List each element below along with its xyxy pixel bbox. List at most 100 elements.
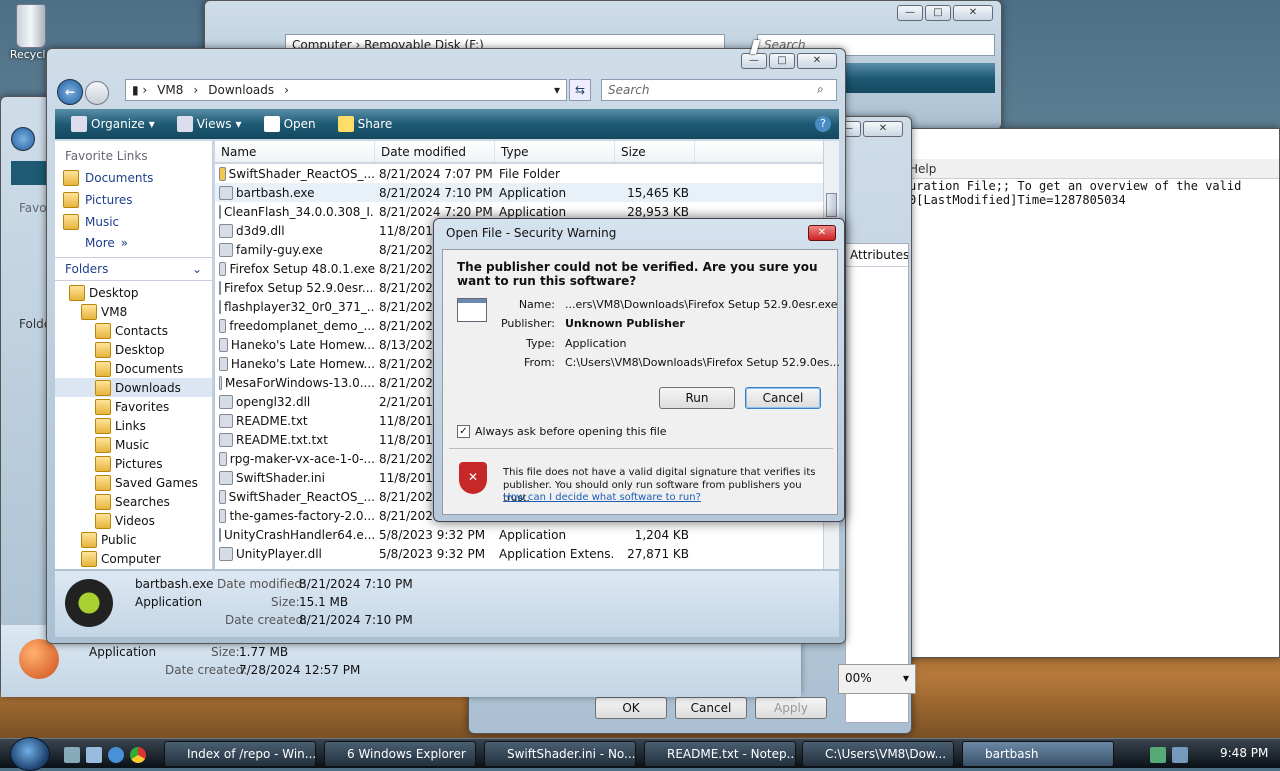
tree-item-label: Videos — [115, 513, 155, 528]
cancel-button[interactable]: Cancel — [745, 387, 821, 409]
tree-item[interactable]: Desktop — [55, 340, 212, 359]
fav-link-documents[interactable]: Documents — [55, 167, 212, 189]
search-input[interactable]: Search — [601, 79, 837, 101]
scrollbar-thumb[interactable] — [826, 193, 837, 217]
tree-item[interactable]: Searches — [55, 492, 212, 511]
tree-item[interactable]: VM8 — [55, 302, 212, 321]
close-button[interactable]: ✕ — [953, 5, 993, 21]
ie-icon[interactable] — [108, 747, 124, 763]
column-size[interactable]: Size — [615, 141, 695, 162]
tree-item[interactable]: Computer — [55, 549, 212, 568]
folder-icon — [95, 493, 111, 510]
back-button[interactable] — [11, 127, 35, 151]
network-icon[interactable] — [1150, 747, 1166, 763]
help-icon[interactable]: ? — [815, 116, 831, 132]
name-value: ...ers\VM8\Downloads\Firefox Setup 52.9.… — [565, 298, 838, 311]
explorer-icon[interactable] — [86, 747, 102, 763]
taskbar-item[interactable]: Index of /repo - Win... — [164, 741, 316, 767]
breadcrumb-vm8[interactable]: VM8 — [157, 80, 183, 100]
share-button[interactable]: Share — [330, 116, 401, 132]
zoom-select[interactable]: 00% ▾ — [838, 664, 916, 694]
taskbar-item[interactable]: SwiftShader.ini - No... — [484, 741, 636, 767]
tree-item-label: Links — [115, 418, 146, 433]
tree-item[interactable]: Contacts — [55, 321, 212, 340]
column-name[interactable]: Name — [215, 141, 375, 162]
folder-icon — [95, 379, 111, 396]
volume-icon[interactable] — [1172, 747, 1188, 763]
file-row[interactable]: bartbash.exe 8/21/2024 7:10 PM Application… — [215, 183, 823, 202]
quick-launch-icons[interactable] — [64, 747, 146, 763]
from-value: C:\Users\VM8\Downloads\Firefox Setup 52.… — [565, 356, 840, 369]
maximize-button[interactable]: □ — [925, 5, 951, 21]
file-name: bartbash.exe — [236, 185, 315, 200]
tree-item[interactable]: Documents — [55, 359, 212, 378]
file-row[interactable]: SwiftShader_ReactOS_... 8/21/2024 7:07 PM… — [215, 164, 823, 183]
file-name: README.txt.txt — [236, 432, 328, 447]
text-line-1: uration File;; To get an overview of the… — [909, 179, 1242, 193]
file-name: Haneko's Late Homew... — [230, 356, 375, 371]
menu-help[interactable]: Help — [909, 162, 936, 176]
fav-link-label: Pictures — [85, 193, 133, 207]
security-warning-dialog[interactable]: Open File - Security Warning ✕ The publi… — [433, 218, 845, 522]
tree-item[interactable]: Favorites — [55, 397, 212, 416]
tray-icons[interactable] — [1150, 747, 1188, 763]
fav-link-music[interactable]: Music — [55, 211, 212, 233]
tree-item[interactable]: Public — [55, 530, 212, 549]
file-name: flashplayer32_0r0_371_... — [224, 299, 375, 314]
refresh-button[interactable]: ⇆ — [569, 79, 591, 101]
column-date[interactable]: Date modified — [375, 141, 495, 162]
taskbar-item[interactable]: 6 Windows Explorer — [324, 741, 476, 767]
tree-item[interactable]: Pictures — [55, 454, 212, 473]
taskbar-item[interactable]: README.txt - Notep... — [644, 741, 796, 767]
search-icon[interactable]: ⌕ — [817, 82, 824, 97]
cancel-button[interactable]: Cancel — [675, 697, 747, 719]
modified-label: Date modified: — [217, 577, 307, 591]
file-row[interactable]: UnityCrashHandler64.e... 5/8/2023 9:32 PM… — [215, 525, 823, 544]
tree-item[interactable]: Downloads — [55, 378, 212, 397]
close-button[interactable]: ✕ — [808, 225, 836, 241]
start-button[interactable] — [10, 737, 50, 771]
help-link[interactable]: How can I decide what software to run? — [503, 492, 701, 503]
open-label: Open — [283, 117, 316, 131]
clock[interactable]: 9:48 PM — [1220, 746, 1268, 760]
breadcrumb-downloads[interactable]: Downloads — [208, 80, 274, 100]
file-name: UnityPlayer.dll — [236, 546, 322, 561]
column-type[interactable]: Type — [495, 141, 615, 162]
fav-link-pictures[interactable]: Pictures — [55, 189, 212, 211]
tree-item-label: Saved Games — [115, 475, 198, 490]
tree-item[interactable]: Links — [55, 416, 212, 435]
organize-button[interactable]: Organize ▾ — [63, 116, 163, 132]
tree-item[interactable]: Saved Games — [55, 473, 212, 492]
open-button[interactable]: Open — [256, 116, 324, 132]
chrome-icon[interactable] — [130, 747, 146, 763]
tree-item[interactable]: Music — [55, 435, 212, 454]
run-button[interactable]: Run — [659, 387, 735, 409]
tree-item[interactable]: Desktop — [55, 283, 212, 302]
file-row[interactable]: UnityPlayer.dll 5/8/2023 9:32 PM Applicati… — [215, 544, 823, 563]
organize-label: Organize — [91, 117, 145, 131]
file-icon — [219, 280, 221, 295]
close-button[interactable]: ✕ — [797, 53, 837, 69]
minimize-button[interactable]: — — [741, 53, 767, 69]
forward-button[interactable] — [85, 81, 109, 105]
file-name: CleanFlash_34.0.0.308_I... — [224, 204, 375, 219]
address-bar[interactable]: ▮ › VM8 › Downloads › ▾ — [125, 79, 567, 101]
views-button[interactable]: Views ▾ — [169, 116, 250, 132]
desktop-icon[interactable] — [64, 747, 80, 763]
back-button[interactable]: ← — [57, 79, 83, 105]
tree-item[interactable]: Videos — [55, 511, 212, 530]
minimize-button[interactable]: — — [897, 5, 923, 21]
more-link[interactable]: More » — [55, 233, 212, 253]
apply-button[interactable]: Apply — [755, 697, 827, 719]
chevron-down-icon[interactable]: ▾ — [554, 80, 566, 100]
ok-button[interactable]: OK — [595, 697, 667, 719]
folders-header[interactable]: Folders ⌄ — [55, 257, 212, 281]
file-icon — [219, 413, 233, 428]
size-value: 1.77 MB — [239, 645, 289, 659]
always-ask-checkbox[interactable]: ✓ — [457, 425, 470, 438]
views-icon — [176, 116, 193, 132]
taskbar-item[interactable]: C:\Users\VM8\Dow... — [802, 741, 954, 767]
close-button[interactable]: ✕ — [863, 121, 903, 137]
maximize-button[interactable]: □ — [769, 53, 795, 69]
taskbar-item[interactable]: bartbash — [962, 741, 1114, 767]
